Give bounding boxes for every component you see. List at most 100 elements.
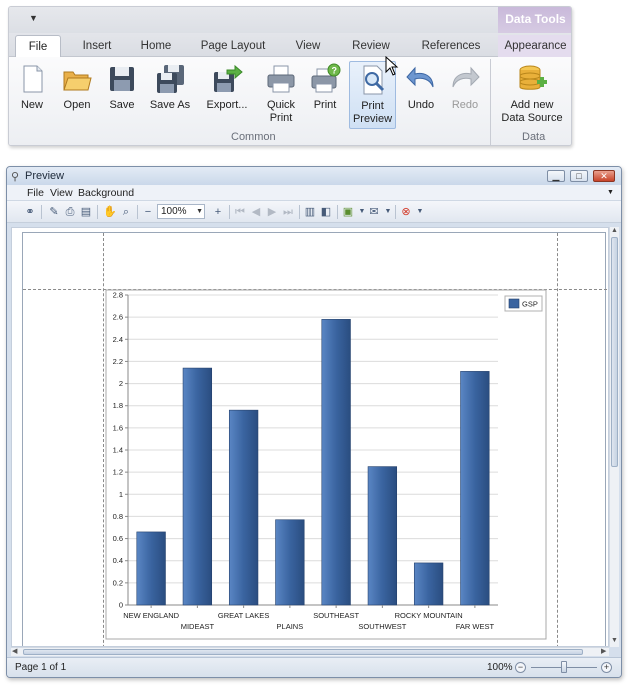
y-tick-label: 0.4 xyxy=(113,556,123,565)
tab-appearance[interactable]: Appearance xyxy=(498,35,571,57)
vertical-scrollbar[interactable]: ▲ ▼ xyxy=(609,227,619,647)
y-tick-label: 2.2 xyxy=(113,357,123,366)
export-icon xyxy=(211,63,243,95)
new-button[interactable]: New xyxy=(13,61,51,131)
bar xyxy=(136,531,166,606)
y-tick-label: 2.4 xyxy=(113,335,123,344)
toolbar-separator xyxy=(41,205,42,219)
page-indicator: Page 1 of 1 xyxy=(15,662,67,673)
y-tick-label: 0.2 xyxy=(113,578,123,587)
preview-window-icon: ⚲ xyxy=(11,171,20,183)
new-document-icon xyxy=(16,63,48,95)
zoom-combo-value: 100% xyxy=(161,206,187,217)
print-preview-icon xyxy=(357,64,389,96)
redo-button[interactable]: Redo xyxy=(447,61,483,131)
y-tick-label: 1 xyxy=(119,490,123,499)
close-button[interactable]: ✕ xyxy=(593,170,615,182)
ribbon-body: New Open Save Save As Export... Quick Pr… xyxy=(9,57,571,145)
horizontal-scroll-thumb[interactable] xyxy=(23,649,583,655)
x-category-label: NEW ENGLAND xyxy=(123,611,179,620)
save-as-button[interactable]: Save As xyxy=(147,61,193,131)
previous-page-icon[interactable]: ◀ xyxy=(249,205,263,219)
title-bar[interactable]: ⚲ Preview ▁ □ ✕ xyxy=(7,167,621,185)
zoom-in-button[interactable]: + xyxy=(601,662,612,673)
zoom-slider-thumb[interactable] xyxy=(561,661,567,673)
toolbar-separator xyxy=(97,205,98,219)
send-email-icon[interactable]: ✉ xyxy=(367,205,381,219)
toolbar-separator xyxy=(395,205,396,219)
legend-label: GSP xyxy=(522,300,538,309)
tab-review[interactable]: Review xyxy=(343,35,399,57)
tab-home[interactable]: Home xyxy=(133,35,179,57)
open-button[interactable]: Open xyxy=(57,61,97,131)
window-title: Preview xyxy=(25,170,65,182)
scroll-left-icon[interactable]: ◀ xyxy=(12,647,17,655)
menu-view[interactable]: View xyxy=(50,187,73,199)
redo-icon xyxy=(449,63,481,95)
chevron-down-icon[interactable]: ▼ xyxy=(381,205,395,219)
quick-print-button[interactable]: Quick Print xyxy=(261,61,301,131)
export-button[interactable]: Export... xyxy=(201,61,253,131)
x-category-label: SOUTHWEST xyxy=(358,622,406,631)
zoom-combo[interactable]: 100% ▼ xyxy=(157,204,205,219)
zoom-in-icon[interactable]: + xyxy=(211,205,225,219)
document-viewport[interactable]: 0 0.2 0.4 0.6 0.8 1 1.2 1.4 1.6 1.8 2 2.2 2.4 2.6 2.8 N… xyxy=(11,227,609,647)
y-tick-label: 2 xyxy=(119,379,123,388)
tab-file[interactable]: File xyxy=(15,35,61,58)
status-bar: Page 1 of 1 100% − + xyxy=(7,657,621,677)
scroll-up-icon[interactable]: ▲ xyxy=(611,227,618,234)
add-data-source-button[interactable]: Add new Data Source xyxy=(497,61,567,131)
multiple-pages-icon[interactable]: ▥ xyxy=(303,205,317,219)
y-tick-label: 1.2 xyxy=(113,468,123,477)
page-setup-icon[interactable]: ▤ xyxy=(79,205,93,219)
x-category-label: ROCKY MOUNTAIN xyxy=(395,611,463,620)
zoom-out-icon[interactable]: − xyxy=(141,205,155,219)
bar xyxy=(275,519,305,606)
scroll-right-icon[interactable]: ▶ xyxy=(601,647,606,655)
next-page-icon[interactable]: ▶ xyxy=(265,205,279,219)
y-tick-label: 2.6 xyxy=(113,313,123,322)
save-button[interactable]: Save xyxy=(103,61,141,131)
first-page-icon[interactable]: ⏮ xyxy=(233,205,247,219)
menu-background[interactable]: Background xyxy=(78,187,134,199)
menu-file[interactable]: File xyxy=(27,187,44,199)
menu-overflow-icon[interactable]: ▼ xyxy=(607,189,614,196)
minimize-button[interactable]: ▁ xyxy=(547,170,565,182)
undo-button[interactable]: Undo xyxy=(403,61,439,131)
tab-page-layout[interactable]: Page Layout xyxy=(193,35,273,57)
magnifier-icon[interactable]: ⌕ xyxy=(119,205,133,219)
save-as-disk-icon xyxy=(154,63,186,95)
hand-tool-icon[interactable]: ✋ xyxy=(103,205,117,219)
print-button[interactable]: ? Print xyxy=(307,61,343,131)
tab-insert[interactable]: Insert xyxy=(71,35,123,57)
vertical-scroll-thumb[interactable] xyxy=(611,237,618,467)
last-page-icon[interactable]: ⏭ xyxy=(281,205,295,219)
legend-swatch xyxy=(508,298,520,309)
bar xyxy=(460,371,490,606)
background-color-icon[interactable]: ◧ xyxy=(319,205,333,219)
customize-icon[interactable]: ✎ xyxy=(47,205,61,219)
y-tick-label: 0.8 xyxy=(113,512,123,521)
chevron-down-icon[interactable]: ▼ xyxy=(196,205,203,218)
maximize-button[interactable]: □ xyxy=(570,170,588,182)
chevron-down-icon[interactable]: ▼ xyxy=(413,205,427,219)
y-tick-label: 2.8 xyxy=(113,291,123,300)
tab-references[interactable]: References xyxy=(413,35,489,57)
close-preview-icon[interactable]: ⊗ xyxy=(399,205,413,219)
y-tick-label: 1.6 xyxy=(113,423,123,432)
customize-qat-icon[interactable]: ▼ xyxy=(29,13,38,23)
preview-window: ⚲ Preview ▁ □ ✕ File View Background ▼ ⚭… xyxy=(6,166,622,678)
x-category-label: SOUTHEAST xyxy=(313,611,359,620)
tab-view[interactable]: View xyxy=(285,35,331,57)
save-disk-icon xyxy=(106,63,138,95)
print-icon-small[interactable]: ⎙ xyxy=(63,205,77,219)
y-tick-label: 1.8 xyxy=(113,401,123,410)
find-icon[interactable]: ⚭ xyxy=(23,205,37,219)
y-tick-label: 0 xyxy=(119,601,123,610)
export-document-icon[interactable]: ▣ xyxy=(341,205,355,219)
horizontal-scrollbar[interactable]: ◀ ▶ xyxy=(11,647,609,656)
scroll-down-icon[interactable]: ▼ xyxy=(611,637,618,644)
group-label-common: Common xyxy=(231,131,276,143)
zoom-out-button[interactable]: − xyxy=(515,662,526,673)
print-icon: ? xyxy=(309,63,341,95)
